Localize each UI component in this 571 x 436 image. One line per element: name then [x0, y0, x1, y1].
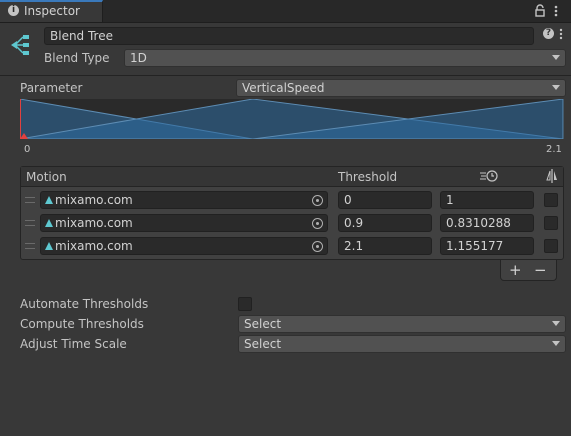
kebab-menu-icon[interactable] [553, 4, 559, 18]
graph-range-min: 0 [24, 144, 31, 155]
row-drag-handle[interactable] [25, 197, 35, 203]
automate-thresholds-checkbox[interactable] [238, 297, 252, 311]
blend-type-dropdown[interactable]: 1D [124, 49, 566, 67]
time-scale-field[interactable]: 0.8310288 [440, 214, 534, 232]
motion-name: mixamo.com [55, 193, 133, 207]
animation-clip-icon [45, 242, 53, 250]
divider [0, 75, 571, 76]
threshold-field[interactable]: 0.9 [338, 214, 432, 232]
remove-button[interactable]: − [534, 261, 547, 279]
blend-tree-icon [11, 35, 29, 55]
adjust-time-scale-dropdown[interactable]: Select [238, 335, 566, 353]
row-drag-handle[interactable] [25, 243, 35, 249]
parameter-label: Parameter [20, 81, 83, 95]
automate-thresholds-label: Automate Thresholds [20, 297, 149, 311]
mirror-checkbox[interactable] [544, 193, 558, 207]
chevron-down-icon [552, 55, 560, 60]
help-icon[interactable]: ? [543, 28, 554, 39]
motion-field[interactable]: mixamo.com [40, 237, 328, 255]
blend-type-value: 1D [130, 51, 147, 65]
add-button[interactable]: + [509, 261, 522, 279]
mirror-checkbox[interactable] [544, 239, 558, 253]
motion-field[interactable]: mixamo.com [40, 191, 328, 209]
time-scale-field[interactable]: 1.155177 [440, 237, 534, 255]
adjust-time-scale-label: Adjust Time Scale [20, 337, 127, 351]
blend-graph[interactable] [20, 99, 564, 139]
tab-inspector[interactable]: i Inspector [0, 0, 103, 22]
compute-thresholds-label: Compute Thresholds [20, 317, 144, 331]
object-picker-icon[interactable] [312, 195, 323, 206]
row-drag-handle[interactable] [25, 220, 35, 226]
mirror-checkbox[interactable] [544, 216, 558, 230]
chevron-down-icon [552, 321, 560, 326]
info-icon: i [8, 5, 19, 16]
blend-tree-name-field[interactable]: Blend Tree [44, 27, 534, 45]
animation-clip-icon [45, 219, 53, 227]
compute-thresholds-value: Select [244, 317, 282, 331]
settings-menu-icon[interactable] [558, 28, 564, 42]
tab-label: Inspector [24, 4, 80, 18]
animation-clip-icon [45, 196, 53, 204]
parameter-value: VerticalSpeed [242, 81, 325, 95]
motion-field[interactable]: mixamo.com [40, 214, 328, 232]
chevron-down-icon [552, 85, 560, 90]
blend-type-label: Blend Type [44, 51, 110, 65]
compute-thresholds-dropdown[interactable]: Select [238, 315, 566, 333]
threshold-field[interactable]: 0 [338, 191, 432, 209]
motion-name: mixamo.com [55, 239, 133, 253]
threshold-field[interactable]: 2.1 [338, 237, 432, 255]
object-picker-icon[interactable] [312, 218, 323, 229]
parameter-dropdown[interactable]: VerticalSpeed [236, 79, 566, 97]
adjust-time-scale-value: Select [244, 337, 282, 351]
motion-name: mixamo.com [55, 216, 133, 230]
chevron-down-icon [552, 341, 560, 346]
graph-range-max: 2.1 [546, 144, 562, 155]
column-threshold: Threshold [338, 170, 398, 184]
mirror-icon [546, 169, 557, 183]
object-picker-icon[interactable] [312, 241, 323, 252]
lock-icon[interactable] [534, 4, 546, 18]
time-scale-icon [480, 170, 498, 182]
time-scale-field[interactable]: 1 [440, 191, 534, 209]
column-motion: Motion [26, 170, 67, 184]
